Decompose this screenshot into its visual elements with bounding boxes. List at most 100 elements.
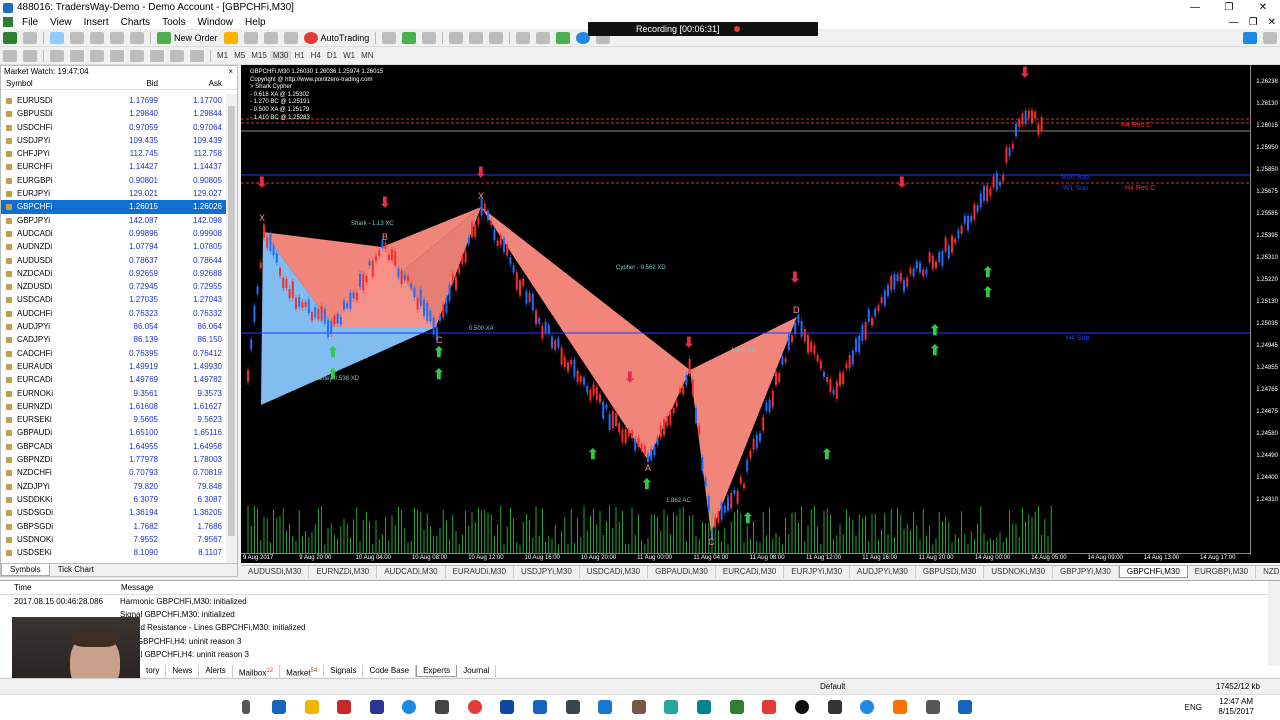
market-watch-row[interactable]: AUDCHFi 0.76323 0.76332 [1,307,226,320]
market-watch-row[interactable]: AUDJPYi 86.054 86.064 [1,320,226,333]
market-watch-row[interactable]: AUDUSDi 0.78637 0.78644 [1,254,226,267]
new-chart-icon[interactable] [3,31,17,44]
price-chart[interactable]: GBPCHFi,M30 1.26030 1.26036 1.25974 1.26… [241,65,1280,563]
text-icon[interactable] [150,49,164,62]
chart-tab[interactable]: EURGBPi,M30 [1188,566,1257,578]
chart-tab[interactable]: AUDJPYi,M30 [850,566,916,578]
market-watch-row[interactable]: EURCHFi 1.14427 1.14437 [1,160,226,173]
menu-help[interactable]: Help [239,17,272,28]
market-watch-row[interactable]: AUDCADi 0.99896 0.99908 [1,227,226,240]
bar-chart-icon[interactable] [382,31,397,44]
maximize-button[interactable]: ❐ [1212,0,1246,15]
close-market-watch-icon[interactable]: × [228,66,233,77]
edge-icon[interactable] [272,700,286,714]
strategy-tester-icon[interactable] [130,31,144,44]
app-icon[interactable] [598,700,612,714]
chart-tab[interactable]: EURAUDi,M30 [446,566,514,578]
app-icon[interactable] [632,700,646,714]
menu-window[interactable]: Window [191,17,239,28]
market-watch-scrollbar[interactable] [226,94,237,563]
terminal-tab[interactable]: Signals [324,665,364,677]
market-watch-row[interactable]: USDJPYi 109.435 109.439 [1,134,226,147]
column-symbol[interactable]: Symbol [1,77,97,89]
market-watch-row[interactable]: EURCADi 1.49769 1.49782 [1,373,226,386]
app-icon[interactable] [664,700,678,714]
mdi-minimize-button[interactable]: — [1229,17,1239,28]
market-watch-row[interactable]: GBPJPYi 142.087 142.098 [1,214,226,227]
telegram-icon[interactable] [402,700,416,714]
market-watch-row[interactable]: EURGBPi 0.90801 0.90805 [1,174,226,187]
chart-tab[interactable]: GBPUSDi,M30 [916,566,985,578]
terminal-tab[interactable]: Alerts [199,665,233,677]
menu-charts[interactable]: Charts [115,17,156,28]
app-icon[interactable] [958,700,972,714]
timeframe-m15[interactable]: M15 [248,51,270,60]
column-bid[interactable]: Bid [97,77,161,89]
new-order-icon[interactable] [157,31,171,44]
calendar-icon[interactable] [263,31,278,44]
timeframe-h1[interactable]: H1 [291,51,307,60]
chart-tab[interactable]: NZDUSDi,M30 [1256,566,1280,578]
log-row[interactable]: Signal GBPCHFi,H4: uninit reason 3 [0,648,1280,661]
terminal-tab[interactable]: Mailbox12 [233,665,281,678]
tile-windows-icon[interactable] [489,31,504,44]
market-watch-icon[interactable] [50,31,64,44]
history-icon[interactable] [243,31,258,44]
cursor-icon[interactable] [3,49,17,62]
market-watch-row[interactable]: GBPCADi 1.64955 1.64958 [1,440,226,453]
zoom-out-icon[interactable] [469,31,484,44]
log-row[interactable]: 2017.08.15 00:46:28.086 Harmonic GBPCHFi,… [0,595,1280,608]
crosshair-icon[interactable] [23,49,37,62]
market-watch-row[interactable]: USDSGDi 1.36194 1.36205 [1,506,226,519]
mdi-close-button[interactable]: ✕ [1268,17,1276,28]
app-icon[interactable] [500,700,514,714]
menu-insert[interactable]: Insert [78,17,115,28]
chart-tab[interactable]: EURNZDi,M30 [309,566,378,578]
chart-tab[interactable]: AUDUSDi,M30 [241,566,310,578]
terminal-tab[interactable]: News [166,665,200,677]
app-icon[interactable] [730,700,744,714]
log-row[interactable]: Signal GBPCHFi,M30: initialized [0,608,1280,621]
vertical-line-icon[interactable] [50,49,64,62]
chart-tab[interactable]: AUDCADi,M30 [377,566,446,578]
market-watch-row[interactable]: USDDKKi 6.3079 6.3087 [1,493,226,506]
market-watch-row[interactable]: GBPUSDi 1.29840 1.29844 [1,107,226,120]
terminal-tab[interactable]: Code Base [363,665,417,677]
app-icon[interactable] [533,700,547,714]
label-icon[interactable] [170,49,184,62]
settings-icon[interactable] [283,31,298,44]
chart-tab[interactable]: EURCADi,M30 [716,566,785,578]
chart-tab[interactable]: GBPJPYi,M30 [1053,566,1119,578]
timeframe-m1[interactable]: M1 [214,51,231,60]
market-watch-row[interactable]: CADCHFi 0.76395 0.76412 [1,347,226,360]
terminal-tab[interactable]: tory [140,665,167,677]
channel-icon[interactable] [110,49,124,62]
market-watch-row[interactable]: EURSEKi 9.5605 9.5623 [1,413,226,426]
chart-tab[interactable]: EURJPYi,M30 [784,566,851,578]
terminal-tab[interactable]: Market54 [280,665,325,678]
market-watch-row[interactable]: GBPNZDi 1.77978 1.78003 [1,453,226,466]
timeframe-h4[interactable]: H4 [308,51,324,60]
scrollbar-thumb[interactable] [228,106,235,536]
menu-view[interactable]: View [44,17,78,28]
app-icon[interactable] [893,700,907,714]
market-watch-row[interactable]: CHFJPYi 112.745 112.758 [1,147,226,160]
minimize-button[interactable]: — [1178,0,1212,15]
close-button[interactable]: ✕ [1246,0,1280,15]
market-watch-row[interactable]: EURJPYi 129.021 129.027 [1,187,226,200]
tab-tick-chart[interactable]: Tick Chart [50,564,102,576]
market-watch-row[interactable]: EURNOKi 9.3561 9.3573 [1,387,226,400]
log-row[interactable]: ort and Resistance - Lines GBPCHFi,M30: … [0,621,1280,634]
record-icon[interactable] [733,26,740,32]
timeframe-mn[interactable]: MN [358,51,376,60]
autoscroll-icon[interactable] [516,31,531,44]
app-icon[interactable] [566,700,580,714]
market-watch-row[interactable]: USDCHFi 0.97059 0.97064 [1,121,226,134]
chart-tab[interactable]: USDJPYi,M30 [514,566,580,578]
chart-tab[interactable]: USDCADi,M30 [580,566,649,578]
calendar-app-icon[interactable] [828,700,842,714]
horizontal-line-icon[interactable] [70,49,84,62]
market-watch-row[interactable]: GBPAUDi 1.65100 1.65116 [1,426,226,439]
market-watch-row[interactable]: NZDCADi 0.92659 0.92688 [1,267,226,280]
fibonacci-icon[interactable] [130,49,144,62]
